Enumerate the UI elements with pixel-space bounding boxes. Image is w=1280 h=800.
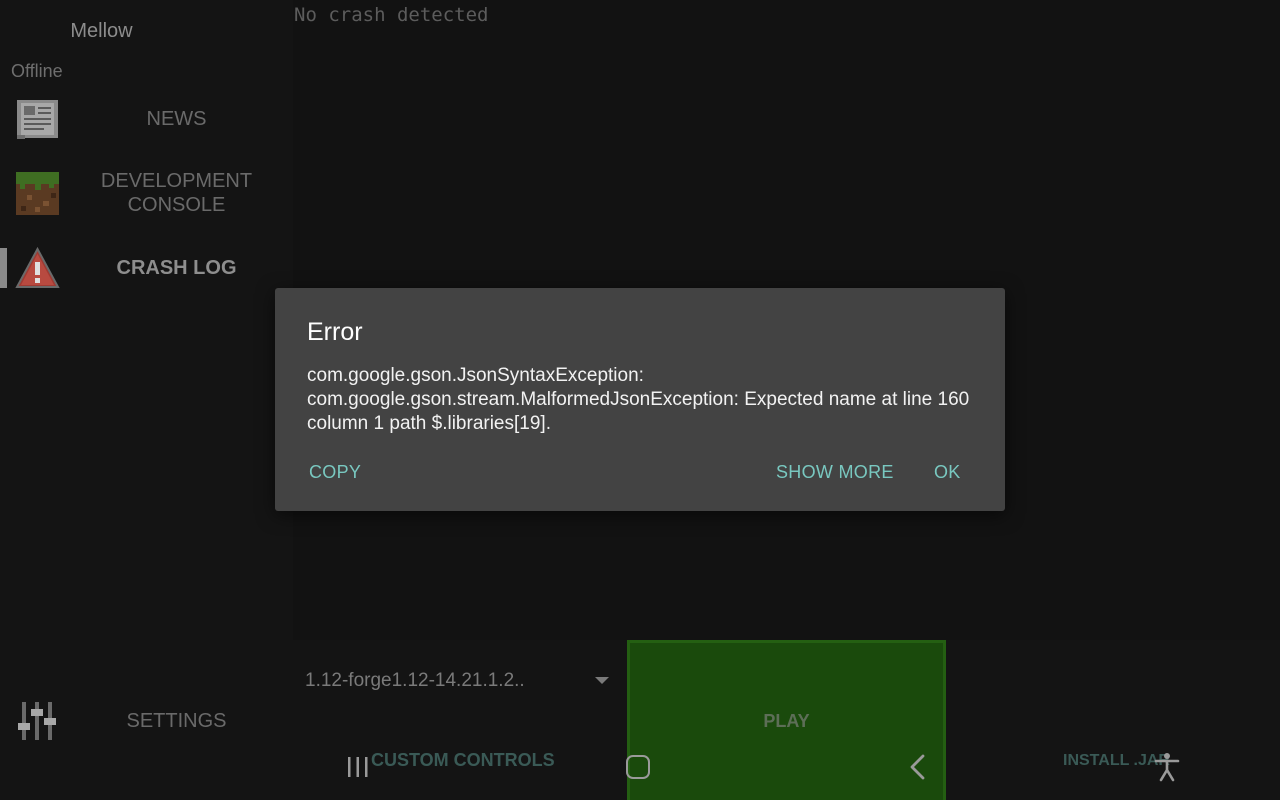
crash-log-text: No crash detected [294, 4, 489, 26]
play-label: PLAY [763, 711, 810, 731]
dialog-message: com.google.gson.JsonSyntaxException: com… [307, 365, 970, 434]
sidebar-item-news[interactable]: NEWS [0, 96, 293, 142]
home-icon[interactable] [626, 755, 650, 779]
news-icon [15, 97, 60, 142]
show-more-button[interactable]: SHOW MORE [776, 462, 894, 483]
selection-indicator [0, 248, 7, 288]
version-selected-value: 1.12-forge1.12-14.21.1.2.. [305, 670, 525, 691]
version-dropdown[interactable]: 1.12-forge1.12-14.21.1.2.. [305, 668, 609, 694]
sidebar-item-label: CRASH LOG [116, 257, 237, 279]
sidebar-item-label: DEVELOPMENT CONSOLE [60, 169, 293, 217]
custom-controls-button[interactable]: CUSTOM CONTROLS [371, 750, 555, 771]
back-icon[interactable] [908, 753, 928, 781]
dialog-title: Error [307, 318, 363, 346]
account-status: Offline [11, 61, 63, 81]
recents-icon[interactable] [346, 756, 370, 778]
sidebar-item-label: SETTINGS [126, 710, 227, 732]
sidebar-item-settings[interactable]: SETTINGS [0, 698, 293, 744]
sidebar: Mellow Offline NEWS DEVELOPMENT CONSOLE … [0, 0, 293, 800]
account-name[interactable]: Mellow [0, 20, 203, 43]
ok-button[interactable]: OK [934, 462, 961, 483]
sidebar-item-label-line2: CONSOLE [127, 194, 226, 216]
warning-icon [15, 246, 60, 291]
copy-button[interactable]: COPY [309, 462, 361, 483]
chevron-down-icon [595, 677, 609, 684]
sidebar-item-development-console[interactable]: DEVELOPMENT CONSOLE [0, 170, 293, 216]
sidebar-item-label-line1: DEVELOPMENT [100, 170, 253, 192]
sidebar-item-label: NEWS [146, 108, 207, 130]
accessibility-icon[interactable] [1154, 752, 1180, 782]
sidebar-item-crash-log[interactable]: CRASH LOG [0, 245, 293, 291]
error-dialog: Error com.google.gson.JsonSyntaxExceptio… [275, 288, 1005, 511]
play-button[interactable]: PLAY [627, 640, 946, 800]
sliders-icon [15, 699, 60, 744]
grass-block-icon [15, 171, 60, 216]
launcher-screen: Mellow Offline NEWS DEVELOPMENT CONSOLE … [0, 0, 1280, 800]
bottom-bar: 1.12-forge1.12-14.21.1.2.. PLAY CUSTOM C… [293, 640, 1280, 800]
